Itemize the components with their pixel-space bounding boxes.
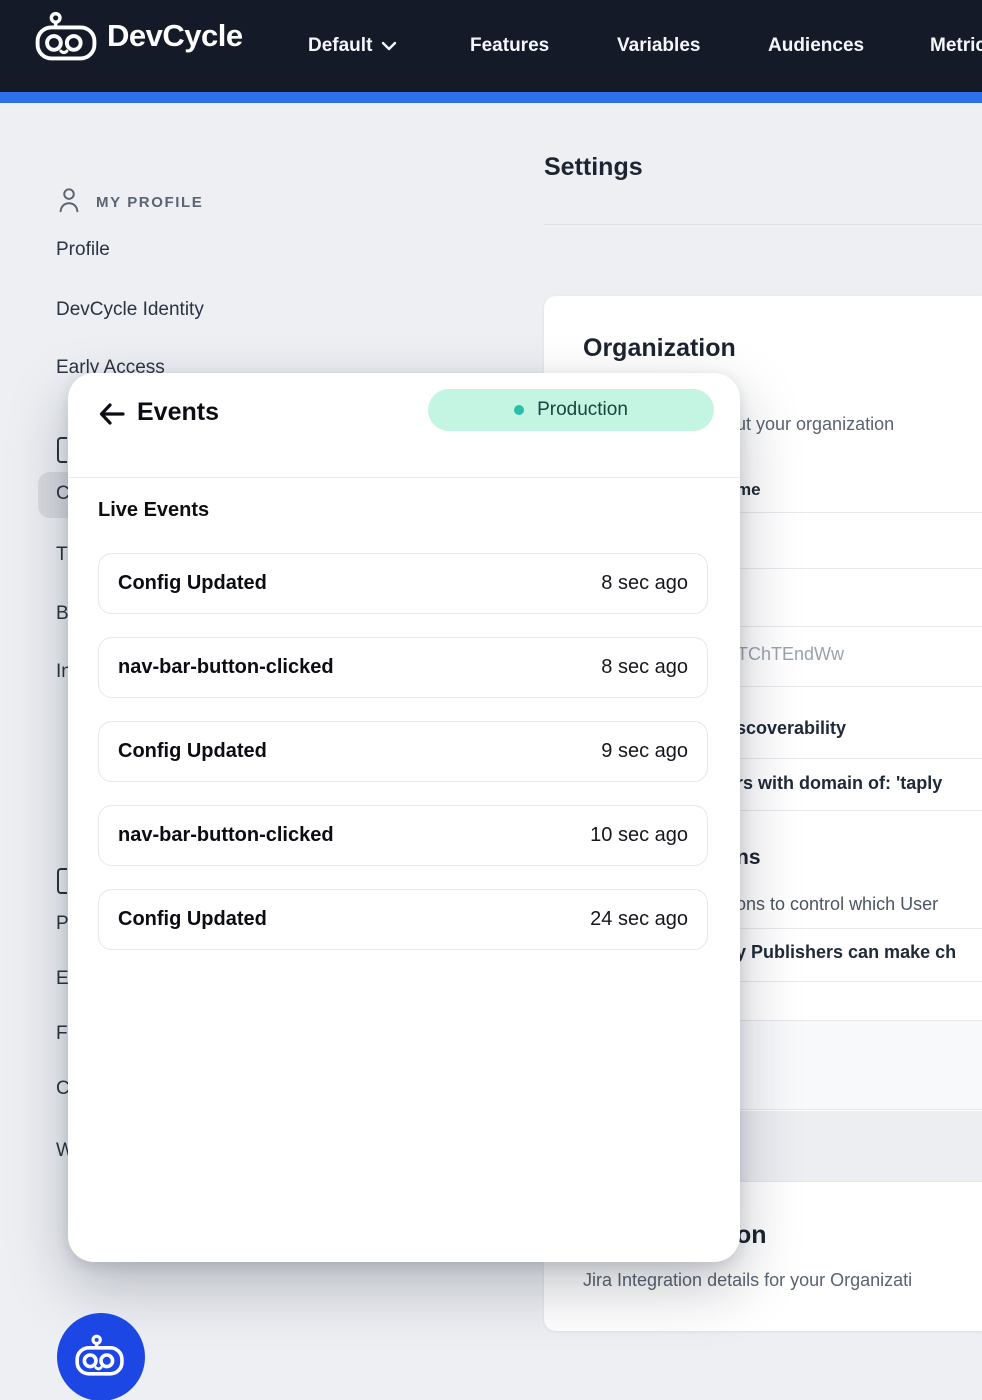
sidebar-section-my-profile: MY PROFILE <box>56 186 203 219</box>
sidebar-item-fragment-2[interactable]: T <box>56 544 68 566</box>
nav-variables[interactable]: Variables <box>617 0 700 92</box>
environment-dot-icon <box>514 405 524 415</box>
event-time: 9 sec ago <box>601 740 688 763</box>
modal-title: Events <box>137 398 219 427</box>
brand-wordmark: DevCycle <box>107 18 243 54</box>
devcycle-assistant-button[interactable] <box>57 1313 145 1400</box>
organization-id-value: TChTEndWw <box>737 644 844 665</box>
jira-heading-fragment: on <box>736 1221 767 1250</box>
event-row[interactable]: Config Updated 9 sec ago <box>98 721 708 782</box>
sidebar-item-fragment-3[interactable]: B <box>56 603 69 625</box>
domain-text-fragment: rs with domain of: 'taply <box>736 773 942 794</box>
event-row[interactable]: Config Updated 24 sec ago <box>98 889 708 950</box>
event-name: nav-bar-button-clicked <box>118 656 334 679</box>
top-navigation-bar: DevCycle Default Features Variables Audi… <box>0 0 982 92</box>
discoverability-label-fragment: scoverability <box>736 718 846 739</box>
organization-card-title: Organization <box>583 334 736 363</box>
publishers-text-fragment: y Publishers can make ch <box>736 942 956 963</box>
arrow-left-icon <box>97 401 127 432</box>
live-events-modal: Events Production Live Events Config Upd… <box>68 373 740 1262</box>
accent-bar <box>0 92 982 103</box>
event-time: 24 sec ago <box>590 908 688 931</box>
event-row[interactable]: nav-bar-button-clicked 10 sec ago <box>98 805 708 866</box>
environment-name: Production <box>537 399 628 421</box>
page-title: Settings <box>544 153 643 182</box>
permissions-desc-fragment: ons to control which User <box>736 894 938 915</box>
event-time: 8 sec ago <box>601 656 688 679</box>
event-time: 8 sec ago <box>601 572 688 595</box>
title-divider <box>544 224 982 225</box>
event-time: 10 sec ago <box>590 824 688 847</box>
organization-subtitle-fragment: ut your organization <box>736 414 894 435</box>
event-name: Config Updated <box>118 740 267 763</box>
sidebar-item-profile[interactable]: Profile <box>56 239 110 261</box>
devcycle-logo[interactable]: DevCycle <box>35 11 243 61</box>
organization-section-icon <box>57 437 67 463</box>
live-events-heading: Live Events <box>98 499 209 522</box>
sidebar-item-fragment-7[interactable]: F <box>56 1023 68 1045</box>
project-section-icon <box>57 868 67 894</box>
robot-logo-icon <box>35 11 97 61</box>
sidebar-item-fragment-6[interactable]: E <box>56 968 69 990</box>
nav-audiences[interactable]: Audiences <box>768 0 864 92</box>
sidebar-item-devcycle-identity[interactable]: DevCycle Identity <box>56 299 204 321</box>
event-row[interactable]: nav-bar-button-clicked 8 sec ago <box>98 637 708 698</box>
sidebar-item-fragment-5[interactable]: P <box>56 913 69 935</box>
event-row[interactable]: Config Updated 8 sec ago <box>98 553 708 614</box>
devcycle-dashboard: DevCycle Default Features Variables Audi… <box>0 0 982 1400</box>
nav-features[interactable]: Features <box>470 0 549 92</box>
project-dropdown[interactable]: Default <box>308 0 397 92</box>
person-icon <box>56 186 82 219</box>
nav-metrics[interactable]: Metrics <box>930 0 982 92</box>
event-name: nav-bar-button-clicked <box>118 824 334 847</box>
jira-description: Jira Integration details for your Organi… <box>583 1270 912 1291</box>
robot-face-icon <box>75 1333 127 1382</box>
event-name: Config Updated <box>118 908 267 931</box>
environment-badge[interactable]: Production <box>428 389 714 431</box>
event-name: Config Updated <box>118 572 267 595</box>
chevron-down-icon <box>381 35 397 57</box>
modal-header: Events Production <box>68 373 740 478</box>
back-button[interactable] <box>92 396 132 436</box>
sidebar-header-label: MY PROFILE <box>96 194 203 211</box>
